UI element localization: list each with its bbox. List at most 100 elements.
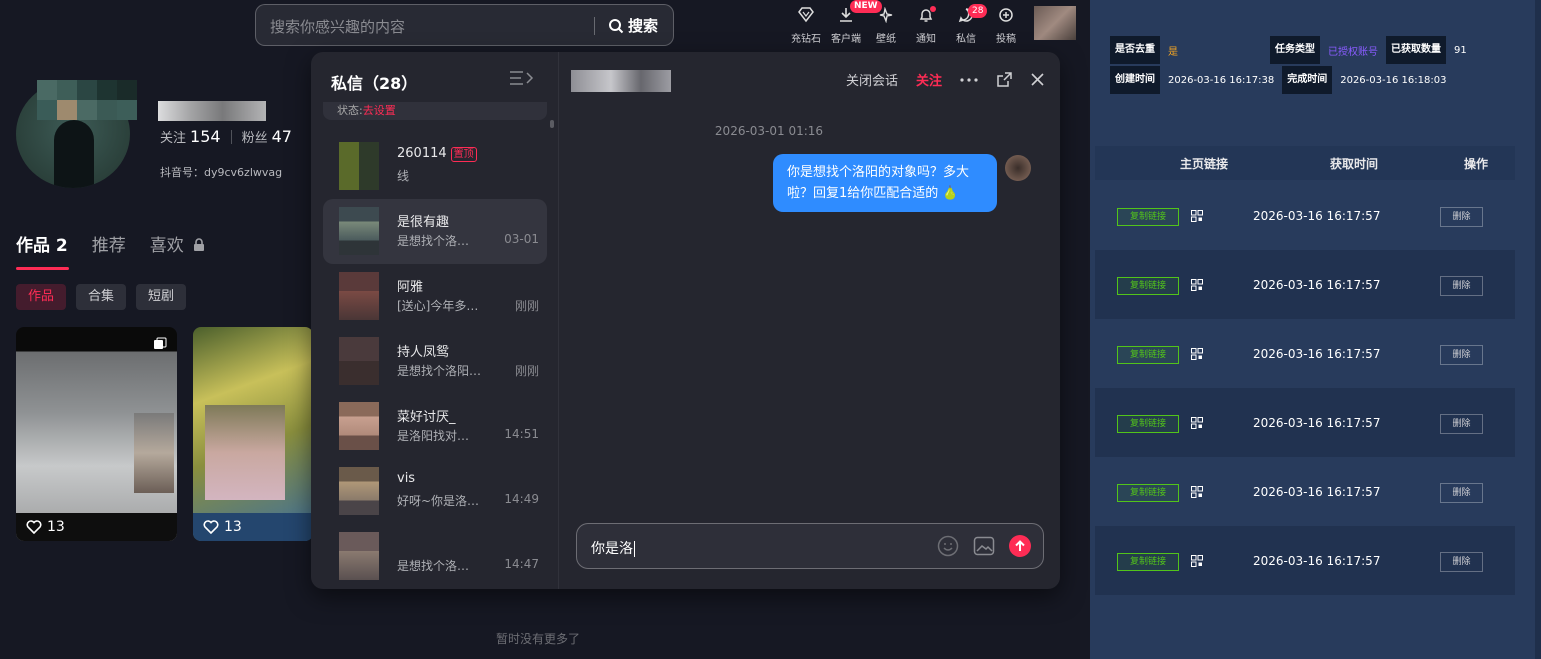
close-icon[interactable] [1031, 73, 1044, 86]
admin-scrollbar[interactable] [1535, 0, 1541, 659]
following-label: 关注 [160, 131, 187, 146]
conversation-avatar [339, 467, 379, 515]
nav-wallpaper[interactable]: 壁纸 [866, 4, 906, 45]
dedup-label: 是否去重 [1110, 36, 1160, 64]
qr-code-icon[interactable] [1191, 210, 1203, 222]
conversation-time: 刚刚 [514, 299, 539, 313]
blurred-face [134, 413, 174, 493]
conversation-item[interactable]: 阿雅 [送心]今年多… 刚刚 [323, 264, 547, 329]
column-header: 主页链接 [1179, 157, 1228, 171]
table-row: 复制链接 2026-03-16 16:17:57 删除 [1095, 526, 1515, 595]
copy-link-button[interactable]: 复制链接 [1117, 277, 1179, 295]
conversation-time: 14:47 [504, 557, 539, 571]
profile-tabs: 作品 2 推荐 喜欢 [16, 231, 205, 256]
pinned-badge: 置顶 [450, 147, 477, 162]
message-input[interactable]: 你是洛 [591, 538, 635, 558]
my-avatar [1005, 155, 1031, 181]
nav-message[interactable]: 28 私信 [946, 4, 988, 45]
followers-stat[interactable]: 粉丝 47 [242, 127, 292, 146]
conversation-scroll: 状态:去设置 260114 置顶 线 是很有趣 是想找个洛… 03-01 阿雅 [… [323, 102, 547, 580]
table-row: 复制链接 2026-03-16 16:17:57 删除 [1095, 388, 1515, 457]
qr-code-icon[interactable] [1191, 279, 1203, 291]
qr-code-icon[interactable] [1191, 348, 1203, 360]
copy-link-button[interactable]: 复制链接 [1117, 484, 1179, 502]
conversation-item[interactable]: 菜好讨厌_ 是洛阳找对… 14:51 [323, 394, 547, 459]
fetch-time: 2026-03-16 16:17:57 [1253, 209, 1381, 223]
send-button[interactable] [1009, 535, 1031, 557]
conversation-item[interactable]: vis 好呀~你是洛… 14:49 [323, 459, 547, 524]
copy-link-button[interactable]: 复制链接 [1117, 346, 1179, 364]
conversation-name: 是很有趣 [397, 215, 450, 230]
copy-link-button[interactable]: 复制链接 [1117, 208, 1179, 226]
conversation-avatar [339, 207, 379, 255]
qr-code-icon[interactable] [1191, 486, 1203, 498]
conversation-time: 刚刚 [514, 364, 539, 378]
video-card[interactable]: 13 [193, 327, 313, 541]
status-tip-label: 状态: [337, 104, 363, 117]
image-icon[interactable] [973, 535, 995, 557]
delete-button[interactable]: 删除 [1440, 207, 1483, 227]
copy-link-button[interactable]: 复制链接 [1117, 415, 1179, 433]
table-row: 复制链接 2026-03-16 16:17:57 删除 [1095, 319, 1515, 388]
chip-drama[interactable]: 短剧 [136, 284, 187, 310]
table-row: 复制链接 2026-03-16 16:17:57 删除 [1095, 457, 1515, 526]
message-composer[interactable]: 你是洛 [576, 523, 1044, 569]
delete-button[interactable]: 删除 [1440, 483, 1483, 503]
delete-button[interactable]: 删除 [1440, 552, 1483, 572]
profile-name [158, 101, 266, 121]
conversation-item[interactable]: 260114 置顶 线 [323, 134, 547, 199]
user-avatar[interactable] [1034, 6, 1076, 40]
delete-button[interactable]: 删除 [1440, 414, 1483, 434]
conversation-name: 持人凤鸳 [397, 345, 450, 360]
avatar-figure [54, 120, 94, 188]
status-tip: 状态:去设置 [323, 102, 547, 120]
table-row: 复制链接 2026-03-16 16:17:57 删除 [1095, 181, 1515, 250]
nav-diamond[interactable]: 充钻石 [786, 4, 826, 45]
collapse-list-icon[interactable] [509, 70, 535, 86]
task-info: 是否去重 是 任务类型 已授权账号 已获取数量 91 创建时间 2026-03-… [1110, 35, 1475, 95]
text-caret [634, 541, 635, 557]
status-tip-link[interactable]: 去设置 [363, 104, 396, 117]
tab-works[interactable]: 作品 2 [16, 231, 68, 256]
emoji-icon[interactable] [937, 535, 959, 557]
notification-dot [930, 6, 936, 12]
qr-code-icon[interactable] [1191, 555, 1203, 567]
delete-button[interactable]: 删除 [1440, 276, 1483, 296]
message-count-badge: 28 [968, 4, 988, 18]
conversation-avatar [339, 532, 379, 580]
chat-contact-name [571, 70, 671, 92]
nav-notify[interactable]: 通知 [906, 4, 946, 45]
qr-code-icon[interactable] [1191, 417, 1203, 429]
chat-area: 关闭会话 关注 2026-03-01 01:16 你是想找个洛阳的对象吗？多大啦… [560, 52, 1060, 589]
search-input[interactable]: 搜索你感兴趣的内容 [270, 16, 405, 37]
more-icon[interactable] [960, 77, 978, 82]
video-card[interactable]: 13 [16, 327, 177, 541]
conversation-item[interactable]: 是很有趣 是想找个洛… 03-01 [323, 199, 547, 264]
conversation-item[interactable]: 是想找个洛… 14:47 [323, 524, 547, 580]
chip-collection[interactable]: 合集 [76, 284, 127, 310]
search-button[interactable]: 搜索 [608, 15, 658, 36]
nav-label: 通知 [916, 34, 936, 45]
search-button-label: 搜索 [628, 17, 659, 35]
conversation-name: vis [397, 471, 416, 486]
follow-button[interactable]: 关注 [916, 70, 942, 89]
info-row: 创建时间 2026-03-16 16:17:38 完成时间 2026-03-16… [1110, 65, 1475, 95]
tab-recommend[interactable]: 推荐 [92, 231, 126, 256]
conversation-name: 260114 置顶 [397, 146, 477, 162]
created-label: 创建时间 [1110, 66, 1160, 94]
chip-works[interactable]: 作品 [16, 284, 67, 310]
delete-button[interactable]: 删除 [1440, 345, 1483, 365]
table-row: 复制链接 2026-03-16 16:17:57 删除 [1095, 250, 1515, 319]
nav-client[interactable]: NEW 客户端 [826, 0, 882, 45]
nav-label: 壁纸 [876, 34, 896, 45]
following-stat[interactable]: 关注 154 [160, 127, 221, 146]
pop-out-icon[interactable] [996, 71, 1013, 88]
copy-link-button[interactable]: 复制链接 [1117, 553, 1179, 571]
conversation-item[interactable]: 持人凤鸳 是想找个洛阳… 刚刚 [323, 329, 547, 394]
close-conversation-button[interactable]: 关闭会话 [846, 70, 898, 89]
tab-likes[interactable]: 喜欢 [150, 231, 205, 256]
list-scrollbar[interactable] [550, 120, 554, 128]
nav-upload[interactable]: 投稿 [986, 4, 1026, 45]
search-box[interactable]: 搜索你感兴趣的内容 搜索 [255, 4, 674, 46]
conversation-avatar [339, 337, 379, 385]
